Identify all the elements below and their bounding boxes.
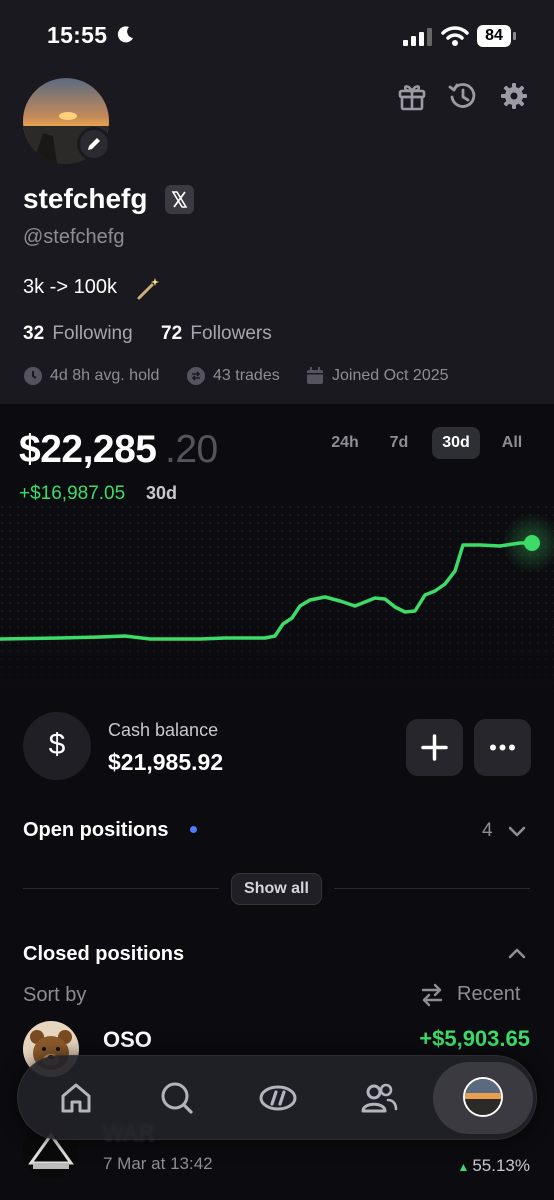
- cash-balance-value: $21,985.92: [108, 749, 224, 775]
- divider-left: [23, 888, 219, 889]
- chevron-up-icon[interactable]: [506, 943, 528, 965]
- following-count: 32: [23, 323, 45, 344]
- signal-icon: [403, 28, 432, 46]
- range-7d[interactable]: 7d: [380, 427, 418, 459]
- range-all[interactable]: All: [494, 427, 530, 459]
- username: stefchefg: [23, 183, 148, 214]
- cash-balance-icon: $: [23, 712, 91, 780]
- ellipsis-icon: [490, 744, 515, 751]
- nav-profile-avatar[interactable]: [463, 1077, 503, 1117]
- new-indicator-dot: [190, 826, 197, 833]
- pnl-period: 30d: [146, 483, 178, 503]
- range-24h[interactable]: 24h: [324, 427, 366, 459]
- home-icon[interactable]: [56, 1078, 96, 1118]
- friends-icon[interactable]: [359, 1078, 399, 1118]
- following-stat[interactable]: 32 Following: [23, 323, 133, 345]
- edit-avatar-button[interactable]: [77, 127, 111, 161]
- pnl-value: +$16,987.05: [19, 483, 126, 504]
- magic-wand-icon: [137, 278, 159, 300]
- status-time: 15:55: [47, 22, 108, 48]
- bio-text: 3k -> 100k: [23, 276, 117, 298]
- position-date: 7 Mar at 13:42: [103, 1154, 213, 1173]
- gear-icon[interactable]: [497, 79, 531, 113]
- x-logo-icon[interactable]: [165, 185, 194, 214]
- history-icon[interactable]: [446, 79, 480, 113]
- position-pnl: +$5,903.65: [419, 1026, 530, 1051]
- chart-endpoint: [524, 535, 540, 551]
- clock-icon: [24, 367, 42, 385]
- open-positions-title[interactable]: Open positions: [23, 819, 169, 842]
- cash-balance-label: Cash balance: [108, 720, 219, 740]
- plus-icon: [421, 734, 448, 761]
- portfolio-chart[interactable]: [0, 505, 554, 700]
- position-return: ▲ 55.13%: [457, 1156, 530, 1175]
- bottom-nav: [17, 1055, 537, 1140]
- battery-indicator: 84: [477, 25, 517, 47]
- calendar-icon: [307, 367, 323, 384]
- sort-by-label: Sort by: [23, 984, 87, 1006]
- followers-label: Followers: [190, 323, 272, 344]
- trades-icon: [187, 367, 205, 385]
- chevron-down-icon[interactable]: [506, 820, 528, 842]
- following-label: Following: [52, 323, 133, 344]
- show-all-button[interactable]: Show all: [231, 873, 322, 905]
- up-triangle-icon: ▲: [457, 1160, 470, 1174]
- closed-positions-title[interactable]: Closed positions: [23, 943, 184, 966]
- gift-icon[interactable]: [395, 79, 429, 113]
- followers-stat[interactable]: 72 Followers: [161, 323, 272, 345]
- search-icon[interactable]: [157, 1078, 197, 1118]
- pencil-icon: [88, 138, 100, 150]
- profile-header: 15:55 84 stefchefg @stefchefg 3k -> 100k…: [0, 0, 554, 404]
- trade-icon[interactable]: [258, 1078, 298, 1118]
- followers-count: 72: [161, 323, 183, 344]
- open-positions-count: 4: [482, 820, 493, 841]
- status-bar: 15:55 84: [0, 0, 554, 70]
- position-name[interactable]: OSO: [103, 1027, 152, 1053]
- portfolio-value: $22,285: [19, 428, 157, 471]
- battery-level: 84: [477, 25, 511, 47]
- range-30d[interactable]: 30d: [432, 427, 480, 459]
- add-funds-button[interactable]: [406, 719, 463, 776]
- portfolio-value-cents: .20: [165, 428, 218, 471]
- wifi-icon: [441, 26, 469, 46]
- more-options-button[interactable]: [474, 719, 531, 776]
- user-handle: @stefchefg: [23, 226, 125, 248]
- sort-arrows-icon[interactable]: [419, 983, 445, 1007]
- sort-value[interactable]: Recent: [457, 983, 520, 1006]
- divider-right: [334, 888, 530, 889]
- moon-icon: [117, 26, 133, 43]
